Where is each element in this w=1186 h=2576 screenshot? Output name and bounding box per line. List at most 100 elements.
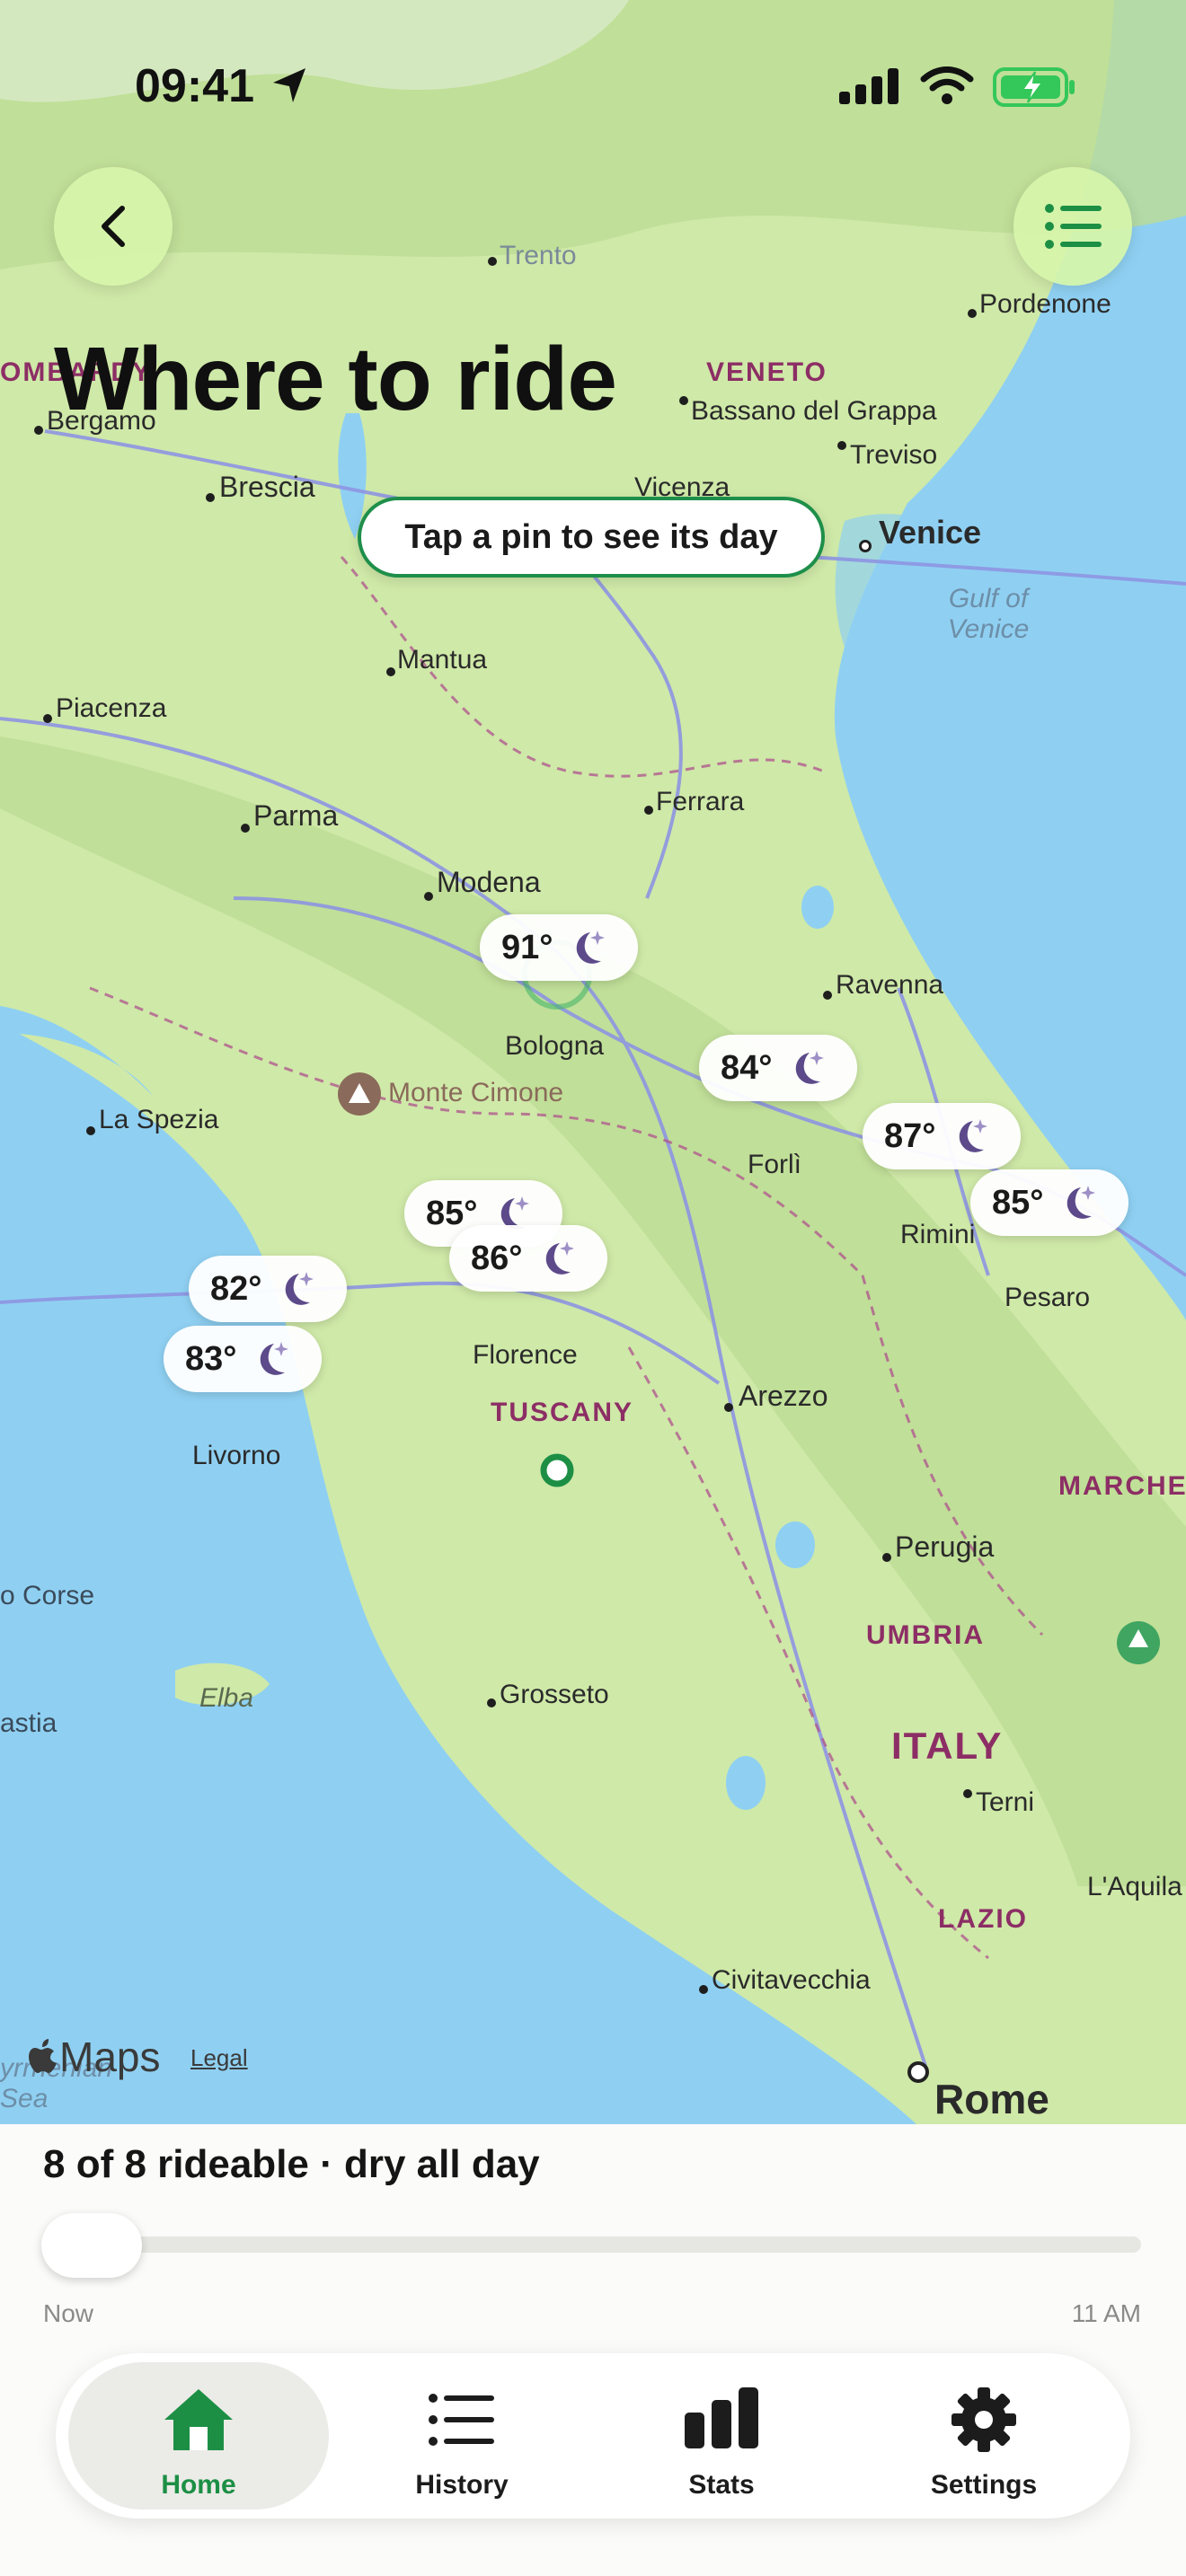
city-label: La Spezia: [99, 1105, 219, 1134]
city-dot: [859, 540, 872, 552]
tab-history[interactable]: History: [332, 2362, 592, 2510]
temp-pin[interactable]: 91°: [480, 914, 638, 981]
water-label: Gulf of Venice: [947, 584, 1030, 644]
city-label: Mantua: [397, 645, 488, 675]
moon-stars-icon: [261, 1342, 289, 1375]
city-label: Arezzo: [739, 1380, 828, 1412]
gear-icon: [951, 2387, 1016, 2452]
list-icon: [429, 2394, 494, 2446]
temp-pin[interactable]: 87°: [863, 1103, 1021, 1169]
tab-label: Home: [161, 2470, 236, 2500]
legal-link[interactable]: Legal: [190, 2044, 248, 2072]
moon-stars-icon: [960, 1119, 988, 1152]
pin-temp: 91°: [501, 928, 553, 966]
city-label: Livorno: [192, 1441, 281, 1470]
city-dot: [968, 309, 977, 318]
tab-label: History: [415, 2470, 509, 2500]
tab-bar: Home History Stats Settings: [56, 2353, 1130, 2519]
city-label: L'Aquila: [1087, 1872, 1182, 1901]
temp-pin[interactable]: 84°: [699, 1035, 857, 1101]
status-time: 09:41: [135, 60, 254, 112]
city-dot: [699, 1985, 708, 1994]
water-label: astia: [0, 1708, 58, 1738]
moon-stars-icon: [546, 1241, 575, 1275]
city-dot: [34, 426, 43, 435]
tab-settings[interactable]: Settings: [854, 2362, 1114, 2510]
city-dot: [43, 714, 52, 723]
temp-pin[interactable]: 86°: [449, 1225, 607, 1292]
city-label: Terni: [976, 1787, 1035, 1817]
city-dot: [424, 892, 433, 901]
city-dot: [644, 806, 653, 815]
city-label: Venice: [879, 514, 982, 551]
hint-pill: Tap a pin to see its day: [358, 497, 825, 578]
chevron-left-icon: [102, 206, 125, 247]
region-label: UMBRIA: [866, 1620, 985, 1650]
temp-pin[interactable]: 85°: [970, 1169, 1128, 1236]
list-icon: [1045, 204, 1102, 249]
wifi-icon: [920, 66, 974, 104]
city-label: Bassano del Grappa: [691, 396, 937, 426]
city-dot: [963, 1789, 972, 1798]
city-label: Trento: [500, 241, 577, 270]
city-label: Parma: [253, 799, 339, 832]
city-dot: [206, 493, 215, 502]
city-dot: [241, 824, 250, 833]
city-label: Rimini: [900, 1220, 976, 1249]
city-label: Rome: [934, 2076, 1049, 2122]
list-view-button[interactable]: [1013, 167, 1132, 286]
temp-pin[interactable]: 83°: [164, 1326, 322, 1392]
city-label: Piacenza: [56, 693, 167, 723]
battery-charging-icon: [993, 67, 1075, 107]
time-slider-thumb[interactable]: [41, 2213, 142, 2278]
city-dot: [86, 1126, 95, 1135]
pin-temp: 84°: [721, 1048, 773, 1087]
water-label: o Corse: [0, 1581, 95, 1610]
moon-stars-icon: [796, 1051, 825, 1084]
city-label: Bologna: [505, 1031, 605, 1061]
city-dot: [724, 1403, 733, 1412]
back-button[interactable]: [54, 167, 173, 286]
city-label: Civitavecchia: [712, 1965, 871, 1995]
maps-brand: Maps: [29, 2033, 160, 2081]
city-label: Modena: [437, 866, 541, 898]
city-dot: [488, 257, 497, 266]
city-label: Treviso: [850, 440, 938, 470]
city-label: Monte Cimone: [388, 1078, 564, 1107]
pin-temp: 82°: [210, 1269, 262, 1308]
tab-home[interactable]: Home: [68, 2362, 329, 2510]
city-label: Pesaro: [1005, 1283, 1091, 1312]
pin-temp: 86°: [471, 1239, 523, 1277]
pin-temp: 83°: [185, 1339, 237, 1378]
slider-end-label: 11 AM: [1071, 2299, 1141, 2327]
time-slider-track[interactable]: [43, 2236, 1141, 2253]
region-label: VENETO: [706, 357, 828, 387]
city-label: Ferrara: [656, 787, 745, 816]
ride-summary: 8 of 8 rideable · dry all day: [43, 2142, 540, 2186]
tab-label: Settings: [930, 2470, 1038, 2500]
water-label: Elba: [199, 1683, 254, 1713]
status-bar: 09:41: [0, 54, 1186, 117]
house-icon: [164, 2389, 233, 2450]
pin-temp: 87°: [884, 1116, 936, 1155]
city-label: Perugia: [895, 1531, 995, 1563]
pin-temp: 85°: [992, 1183, 1044, 1222]
tab-stats[interactable]: Stats: [591, 2362, 852, 2510]
location-arrow-icon: [273, 68, 305, 102]
moon-stars-icon: [286, 1272, 314, 1305]
moon-stars-icon: [1067, 1186, 1096, 1219]
city-dot: [882, 1553, 891, 1562]
map-view[interactable]: Trento Pordenone Bergamo Bassano del Gra…: [0, 0, 1186, 2124]
temp-pin[interactable]: 82°: [189, 1256, 347, 1322]
city-dot: [386, 667, 395, 676]
city-label: Florence: [473, 1340, 578, 1370]
city-dot: [837, 441, 846, 450]
tab-label: Stats: [688, 2470, 755, 2500]
region-label: TUSCANY: [491, 1398, 634, 1427]
region-label: ITALY: [891, 1725, 1004, 1767]
apple-logo-icon: [29, 2039, 57, 2073]
city-dot: [679, 396, 688, 405]
city-dot: [823, 991, 832, 1000]
region-label: LAZIO: [938, 1904, 1028, 1934]
bar-chart-icon: [685, 2387, 758, 2448]
